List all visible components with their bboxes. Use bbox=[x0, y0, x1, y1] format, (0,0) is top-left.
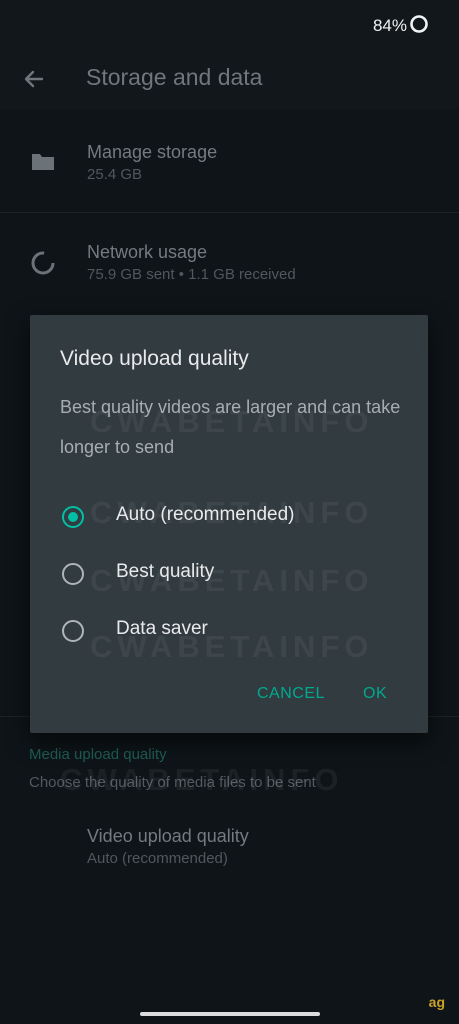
media-upload-quality-description: Choose the quality of media files to be … bbox=[29, 774, 316, 791]
ok-button[interactable]: OK bbox=[363, 685, 387, 703]
dialog-title: Video upload quality bbox=[60, 347, 249, 370]
manage-storage-title: Manage storage bbox=[87, 142, 218, 162]
battery-percentage: 84% bbox=[372, 16, 407, 35]
cancel-button[interactable]: CANCEL bbox=[257, 685, 325, 703]
radio-button[interactable] bbox=[62, 620, 84, 642]
radio-button[interactable] bbox=[62, 506, 84, 528]
back-arrow-icon[interactable] bbox=[20, 65, 48, 93]
folder-icon bbox=[32, 154, 54, 170]
network-usage-title: Network usage bbox=[87, 242, 208, 262]
media-upload-quality-header: Media upload quality bbox=[29, 746, 167, 763]
site-logo: ag bbox=[428, 994, 445, 1010]
app-bar: Storage and data bbox=[0, 48, 459, 110]
gesture-nav-handle[interactable] bbox=[140, 1012, 320, 1016]
page-title: Storage and data bbox=[86, 64, 263, 90]
network-usage-item[interactable]: Network usage 75.9 GB sent • 1.1 GB rece… bbox=[0, 230, 459, 310]
status-bar: 84% bbox=[0, 0, 459, 48]
radio-option-data-saver[interactable]: Data saver bbox=[60, 610, 400, 654]
video-upload-quality-dialog: Video upload quality Best quality videos… bbox=[30, 315, 428, 733]
divider bbox=[0, 212, 459, 213]
option-label: Data saver bbox=[116, 618, 208, 639]
radio-option-auto[interactable]: Auto (recommended) bbox=[60, 496, 400, 540]
dialog-message: Best quality videos are larger and can t… bbox=[60, 397, 401, 457]
option-label: Auto (recommended) bbox=[116, 504, 295, 525]
option-label: Best quality bbox=[116, 561, 215, 582]
battery-ring-icon bbox=[410, 15, 428, 33]
video-upload-quality-title: Video upload quality bbox=[87, 826, 249, 846]
radio-button[interactable] bbox=[62, 563, 84, 585]
manage-storage-size: 25.4 GB bbox=[87, 166, 143, 183]
radio-option-best-quality[interactable]: Best quality bbox=[60, 553, 400, 597]
network-usage-summary: 75.9 GB sent • 1.1 GB received bbox=[87, 266, 296, 283]
data-usage-icon bbox=[31, 251, 55, 275]
manage-storage-item[interactable]: Manage storage 25.4 GB bbox=[0, 130, 459, 210]
video-upload-quality-value: Auto (recommended) bbox=[87, 850, 228, 867]
